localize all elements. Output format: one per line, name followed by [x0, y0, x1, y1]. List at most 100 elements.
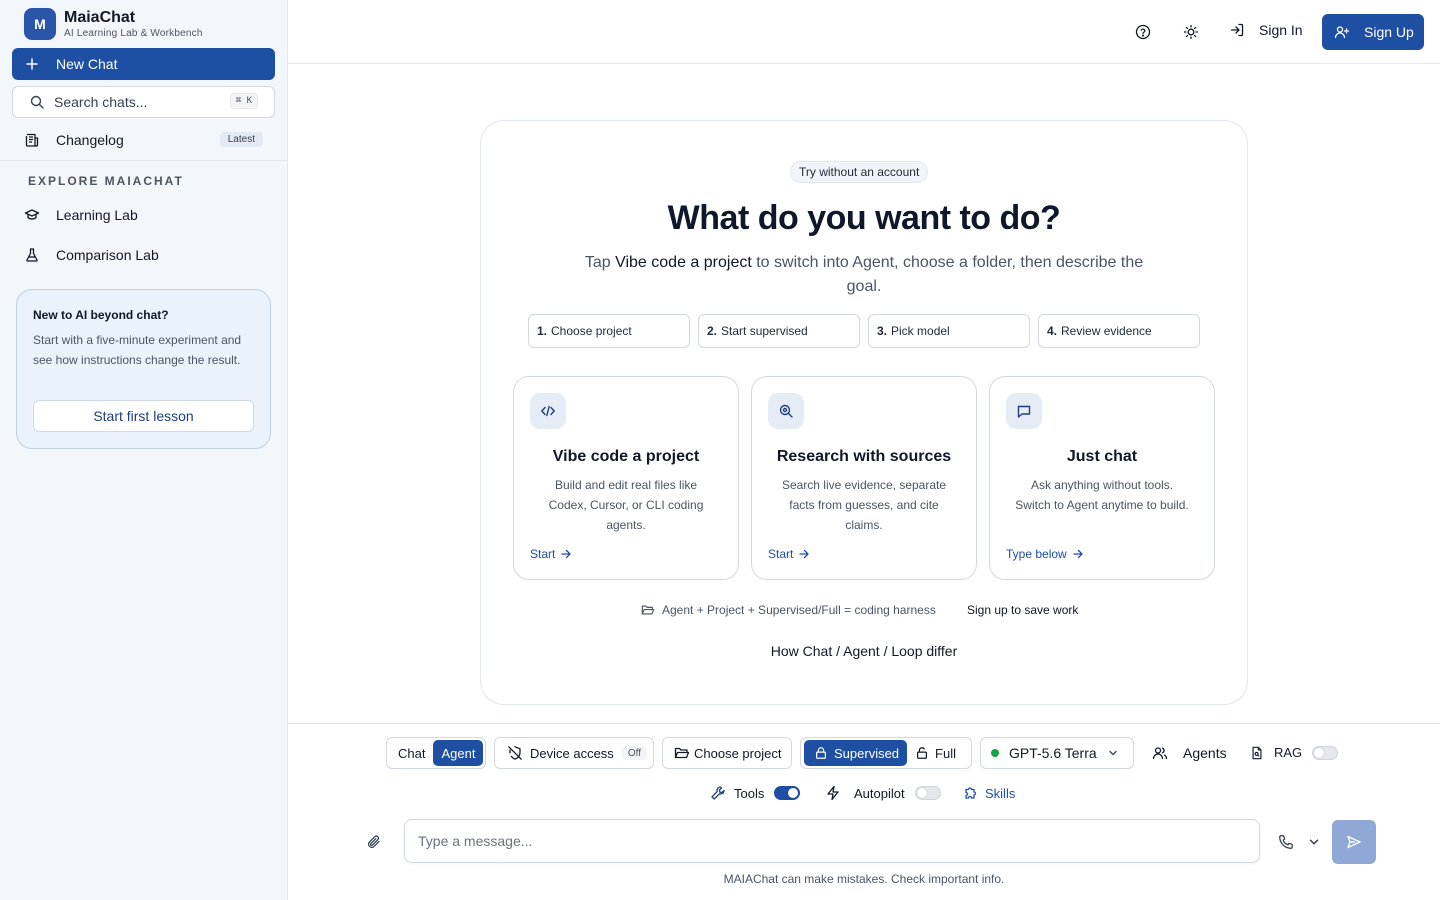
help-icon[interactable] [1135, 24, 1151, 40]
try-without-account-pill: Try without an account [790, 161, 929, 183]
changelog-link[interactable]: Changelog Latest [24, 128, 264, 152]
type-below-link[interactable]: Type below [1006, 547, 1084, 561]
app-tagline: AI Learning Lab & Workbench [64, 28, 203, 39]
research-card[interactable]: Research with sources Search live eviden… [751, 376, 977, 580]
autopilot-toggle[interactable] [914, 786, 941, 800]
log-in-icon [1230, 23, 1244, 37]
promo-title: New to AI beyond chat? [33, 308, 169, 322]
chevron-down-icon [1109, 750, 1117, 756]
card-description: Build and edit real files like Codex, Cu… [548, 478, 704, 532]
paperclip-icon[interactable] [366, 834, 382, 850]
promo-card: New to AI beyond chat? Start with a five… [16, 289, 271, 449]
rag-toggle[interactable] [1312, 745, 1339, 760]
explore-section-title: EXPLORE MAIACHAT [28, 174, 184, 188]
step-review-evidence: 4. Review evidence [1038, 314, 1200, 348]
model-selector[interactable]: GPT-5.6 Terra [980, 737, 1134, 769]
mode-switcher: Chat Agent [386, 737, 486, 769]
hero-subtitle: Tap Vibe code a project to switch into A… [584, 254, 1144, 295]
new-chat-label: New Chat [56, 56, 118, 72]
arrow-right-icon [799, 549, 809, 559]
folder-open-icon [641, 605, 655, 615]
tools-toggle[interactable] [774, 786, 801, 800]
model-name: GPT-5.6 Terra [1009, 745, 1097, 761]
choose-project-label: Choose project [694, 745, 782, 761]
card-description: Ask anything without tools. Switch to Ag… [1015, 478, 1189, 512]
lock-icon [816, 747, 826, 759]
card-title: Just chat [1066, 448, 1138, 465]
choose-project-button[interactable]: Choose project [662, 737, 792, 769]
sidebar-item-learning-lab[interactable]: Learning Lab [24, 203, 138, 227]
step-choose-project: 1. Choose project [528, 314, 690, 348]
vibe-code-start-link[interactable]: Start [530, 547, 572, 561]
just-chat-card[interactable]: Just chat Ask anything without tools. Sw… [989, 376, 1215, 580]
step-pick-model: 3. Pick model [868, 314, 1030, 348]
send-button[interactable] [1332, 820, 1376, 864]
sidebar-divider [0, 160, 287, 161]
autopilot-label: Autopilot [854, 785, 905, 801]
card-title: Research with sources [776, 448, 952, 465]
step-start-supervised: 2. Start supervised [698, 314, 860, 348]
sign-up-label: Sign Up [1364, 24, 1414, 40]
permission-switcher: Supervised Full [800, 737, 972, 769]
users-icon [1152, 747, 1168, 760]
device-access-state: Off [621, 746, 647, 760]
sidebar-item-label: Learning Lab [56, 207, 138, 223]
code-icon [541, 405, 555, 417]
unlock-icon [917, 747, 928, 759]
changelog-label: Changelog [56, 132, 124, 148]
sign-in-button[interactable]: Sign In [1229, 22, 1303, 38]
new-chat-button[interactable]: New Chat [12, 48, 275, 80]
composer-divider [288, 723, 1440, 724]
rag-control: RAG [1250, 745, 1339, 760]
chevron-down-icon[interactable] [1307, 835, 1321, 849]
vibe-code-card[interactable]: Vibe code a project Build and edit real … [513, 376, 739, 580]
sign-up-save-work-link[interactable]: Sign up to save work [967, 603, 1078, 617]
tools-control: Tools [710, 785, 801, 801]
latest-badge: Latest [219, 132, 263, 147]
sidebar-item-comparison-lab[interactable]: Comparison Lab [24, 243, 159, 267]
wrench-icon [711, 786, 725, 800]
device-access-label: Device access [530, 745, 614, 761]
full-tab[interactable]: Full [907, 740, 964, 766]
mode-agent-tab[interactable]: Agent [433, 740, 484, 766]
mode-chat-tab[interactable]: Chat [390, 740, 433, 766]
page-title: What do you want to do? [667, 199, 1061, 237]
zap-icon [827, 785, 839, 801]
file-search-icon [1252, 746, 1262, 759]
steps-row: 1. Choose project 2. Start supervised 3. Pi… [528, 314, 1200, 348]
card-title: Vibe code a project [552, 448, 700, 465]
graduation-cap-icon [24, 209, 40, 220]
sidebar-item-label: Comparison Lab [56, 247, 159, 263]
user-plus-icon [1334, 26, 1350, 39]
search-shortcut: ⌘ K [229, 93, 258, 109]
flask-icon [26, 248, 38, 262]
message-icon [1017, 405, 1031, 418]
sign-up-button[interactable]: Sign Up [1322, 14, 1424, 50]
message-input[interactable] [405, 820, 1259, 862]
tools-label: Tools [734, 785, 765, 801]
skills-button[interactable]: Skills [963, 785, 1015, 801]
model-status-dot [991, 749, 999, 757]
arrow-right-icon [1073, 549, 1083, 559]
welcome-card: Try without an account What do you want … [480, 120, 1248, 705]
folder-open-icon [674, 747, 690, 759]
rag-label: RAG [1274, 745, 1303, 760]
brand[interactable]: M MaiaChat AI Learning Lab & Workbench [24, 8, 203, 40]
search-chats[interactable]: Search chats... ⌘ K [12, 86, 275, 118]
start-first-lesson-button[interactable]: Start first lesson [33, 400, 254, 432]
autopilot-control: Autopilot [825, 785, 941, 801]
sun-icon[interactable] [1183, 24, 1199, 40]
harness-hint: Agent + Project + Supervised/Full = codi… [641, 603, 936, 617]
promo-text: Start with a five-minute experiment and … [33, 333, 242, 367]
research-start-link[interactable]: Start [768, 547, 810, 561]
supervised-tab[interactable]: Supervised [804, 740, 908, 766]
search-icon [30, 95, 44, 109]
how-modes-differ-link[interactable]: How Chat / Agent / Loop differ [481, 643, 1247, 659]
agents-button[interactable]: Agents [1152, 745, 1227, 761]
top-bar: Sign In Sign Up [288, 0, 1440, 64]
puzzle-icon [965, 787, 977, 799]
device-access-button[interactable]: Device access Off [494, 737, 654, 769]
phone-icon[interactable] [1278, 834, 1294, 850]
sidebar: M MaiaChat AI Learning Lab & Workbench N… [0, 0, 288, 900]
app-logo: M [24, 8, 56, 40]
